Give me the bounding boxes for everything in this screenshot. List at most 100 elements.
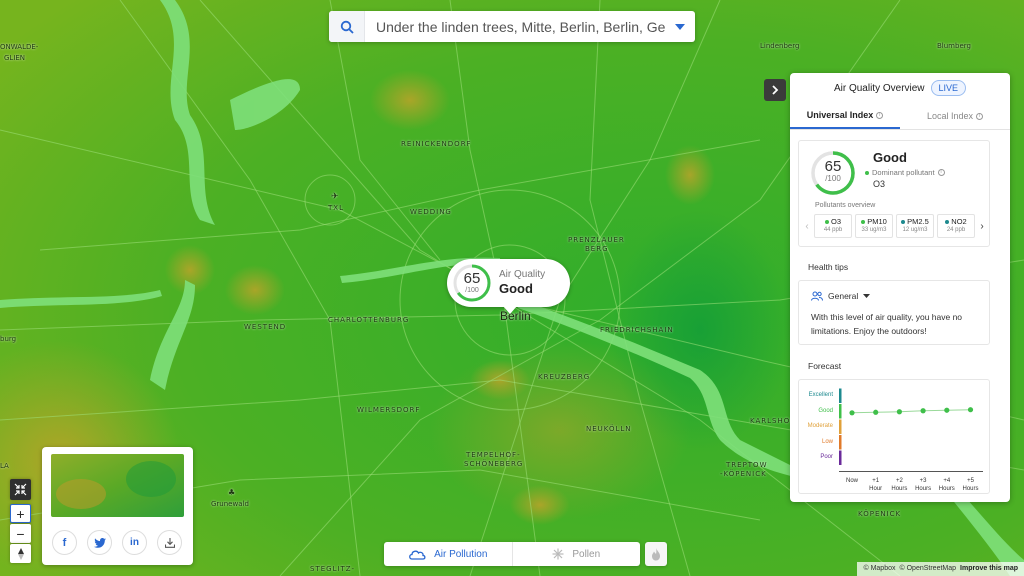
collapse-panel-button[interactable] xyxy=(764,79,786,101)
pollutant-chip-pm10[interactable]: PM10 33 ug/m3 xyxy=(855,214,893,238)
layer-switcher: Air Pollution Pollen xyxy=(384,542,640,566)
tab-label: Local Index xyxy=(926,111,974,121)
status-dot xyxy=(824,219,829,224)
map-label-friedrichshain: FRIEDRICHSHAIN xyxy=(600,326,674,334)
map-label-charlottenburg: CHARLOTTENBURG xyxy=(328,316,410,324)
map-label-lindenberg: Lindenberg xyxy=(760,42,800,50)
forecast-band xyxy=(839,404,842,419)
map-label-steglitz: STEGLITZ- xyxy=(310,565,356,573)
forecast-chart: Excellent Good Moderate Low Poor Now +1 Hour +2… xyxy=(798,379,990,494)
map-attribution: © Mapbox © OpenStreetMap Improve this ma… xyxy=(857,562,1024,576)
index-tabs: Universal Index i Local Index i xyxy=(790,103,1010,130)
tab-local-index[interactable]: Local Index i xyxy=(900,103,1010,129)
aqi-map-bubble[interactable]: 65 /100 Air Quality Good xyxy=(447,259,570,314)
panel-title: Air Quality Overview xyxy=(833,82,925,94)
tree-icon: ♣ xyxy=(228,488,236,497)
chevron-left-icon[interactable]: ‹ xyxy=(803,221,811,232)
pollutant-chip-pm25[interactable]: PM2.5 12 ug/m3 xyxy=(896,214,934,238)
twitter-icon[interactable] xyxy=(87,530,112,555)
forecast-tick-label: Now xyxy=(845,477,858,484)
live-badge: LIVE xyxy=(930,80,967,96)
share-widget: f in xyxy=(42,447,193,565)
pollutant-name: PM10 xyxy=(867,217,887,226)
fire-icon xyxy=(652,547,660,560)
map-label-txl: TXL xyxy=(328,204,344,212)
mini-map-image xyxy=(51,454,184,517)
mapbox-link[interactable]: © Mapbox xyxy=(863,565,895,576)
chevron-down-icon[interactable] xyxy=(665,23,695,30)
chevron-right-icon[interactable]: › xyxy=(978,221,986,232)
map-label-wedding: WEDDING xyxy=(410,208,452,216)
pollutant-name: NO2 xyxy=(951,217,967,226)
fullscreen-button[interactable] xyxy=(10,479,31,500)
search-input[interactable] xyxy=(365,18,665,35)
forecast-category-label: Good xyxy=(818,407,833,414)
dominant-pollutant-value: O3 xyxy=(873,179,886,189)
pollutant-value: 33 ug/m3 xyxy=(861,227,887,233)
pollutant-value: 24 ppb xyxy=(946,227,966,233)
forecast-tick-label: +4 Hours xyxy=(938,477,955,492)
linkedin-icon[interactable]: in xyxy=(122,530,147,555)
air-quality-panel: Air Quality Overview LIVE Universal Inde… xyxy=(790,73,1010,502)
forecast-category-label: Moderate xyxy=(807,423,833,429)
health-group-select[interactable]: General xyxy=(811,291,871,301)
facebook-icon[interactable]: f xyxy=(52,530,77,555)
aqi-label: Air Quality xyxy=(499,269,546,280)
forecast-title: Forecast xyxy=(808,361,842,371)
map-label-grunewald: Grunewald xyxy=(211,500,249,508)
forecast-point[interactable] xyxy=(920,408,926,414)
map-label-hermsdorf: ONWALDE- xyxy=(0,43,39,51)
forecast-category-label: Poor xyxy=(820,454,833,460)
forecast-point[interactable] xyxy=(967,407,974,413)
aqi-max: /100 xyxy=(825,174,841,183)
forecast-tick-label: +2 Hours xyxy=(891,477,908,492)
map-label-treptow-2: -KÖPENICK xyxy=(720,470,767,478)
improve-map-link[interactable]: Improve this map xyxy=(960,565,1018,576)
tab-label: Pollen xyxy=(572,548,601,560)
map-label-hermsdorf-2: GLIEN xyxy=(4,54,26,62)
search-icon[interactable] xyxy=(329,11,365,42)
forecast-category-label: Low xyxy=(821,438,833,445)
aqi-max: /100 xyxy=(465,287,479,294)
aqi-status: Good xyxy=(499,281,533,296)
health-tips-title: Health tips xyxy=(808,262,849,272)
forecast-tick-label: +5 Hours xyxy=(962,477,979,492)
map-label-reinickendorf: REINICKENDORF xyxy=(401,140,472,148)
tab-label: Air Pollution xyxy=(434,548,488,560)
compass-button[interactable] xyxy=(10,544,31,563)
pollutant-value: 12 ug/m3 xyxy=(902,227,928,233)
search-bar[interactable] xyxy=(329,11,695,42)
tab-pollen[interactable]: Pollen xyxy=(513,542,641,566)
map-label-neukolln: NEUKÖLLN xyxy=(586,425,632,433)
chevron-down-icon xyxy=(863,294,871,298)
tab-label: Universal Index xyxy=(806,110,874,120)
osm-link[interactable]: © OpenStreetMap xyxy=(900,565,957,576)
info-icon: i xyxy=(976,112,984,120)
pollen-icon xyxy=(552,548,564,560)
pollutants-title: Pollutants overview xyxy=(815,202,876,209)
forecast-band xyxy=(839,419,842,434)
zoom-out-button[interactable]: − xyxy=(10,524,31,543)
aqi-status: Good xyxy=(873,150,907,165)
download-icon[interactable] xyxy=(157,530,182,555)
cloud-icon xyxy=(409,550,426,560)
forecast-point[interactable] xyxy=(896,409,902,415)
pollutant-chip-no2[interactable]: NO2 24 ppb xyxy=(937,214,975,238)
forecast-point[interactable] xyxy=(849,410,855,416)
forecast-point[interactable] xyxy=(873,409,879,415)
forecast-band xyxy=(839,388,842,403)
tab-universal-index[interactable]: Universal Index i xyxy=(790,103,900,129)
info-icon[interactable]: i xyxy=(937,169,945,176)
forecast-point[interactable] xyxy=(944,407,950,413)
dominant-pollutant-text: Dominant pollutant xyxy=(872,168,935,177)
mini-map[interactable] xyxy=(51,454,184,517)
fire-layer-button[interactable] xyxy=(645,542,667,566)
map-label-tempelhof-2: SCHÖNEBERG xyxy=(464,460,524,468)
pollutant-chip-o3[interactable]: O3 44 ppb xyxy=(814,214,852,238)
status-dot xyxy=(901,219,906,224)
chevron-right-icon xyxy=(772,85,779,95)
map-label-kopenick: KÖPENICK xyxy=(858,510,902,518)
tab-air-pollution[interactable]: Air Pollution xyxy=(384,542,513,566)
zoom-in-button[interactable]: + xyxy=(10,504,31,523)
map-label-tempelhof: TEMPELHOF- xyxy=(466,451,521,459)
